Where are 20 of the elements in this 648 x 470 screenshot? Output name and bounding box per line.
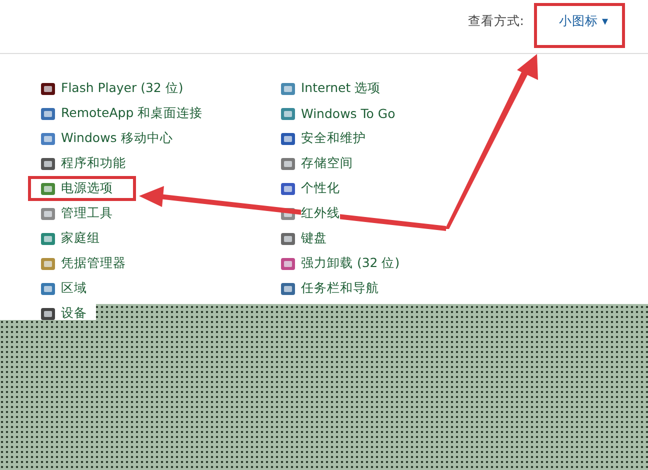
control-panel-item[interactable]: Windows 移动中心	[28, 126, 196, 151]
control-panel-item[interactable]: 个性化	[268, 176, 363, 201]
control-panel-item[interactable]: 区域	[28, 276, 110, 301]
control-panel-item[interactable]: 键盘	[268, 226, 350, 251]
control-panel-item[interactable]: 红外线	[268, 201, 363, 226]
view-mode-dropdown[interactable]: 小图标 ▾	[534, 3, 625, 48]
control-panel-item[interactable]: Windows To Go	[268, 101, 418, 126]
control-panel-item[interactable]: RemoteApp 和桌面连接	[28, 101, 226, 126]
control-panel-item[interactable]: 凭据管理器	[28, 251, 149, 276]
control-panel-item[interactable]: 存储空间	[268, 151, 376, 176]
control-panel-item[interactable]: Internet 选项	[268, 76, 404, 101]
control-panel-item[interactable]: 安全和维护	[268, 126, 389, 151]
view-by-label: 查看方式:	[468, 13, 524, 30]
control-panel-item[interactable]: 程序和功能	[28, 151, 149, 176]
control-panel-item[interactable]: 电源选项	[28, 176, 136, 201]
control-panel-item[interactable]: 家庭组	[28, 226, 123, 251]
control-panel-item[interactable]: 强力卸载 (32 位)	[268, 251, 423, 276]
control-panel-item[interactable]: 任务栏和导航	[268, 276, 402, 301]
control-panel-item[interactable]: Flash Player (32 位)	[28, 76, 206, 101]
control-panel-item[interactable]: 管理工具	[28, 201, 136, 226]
